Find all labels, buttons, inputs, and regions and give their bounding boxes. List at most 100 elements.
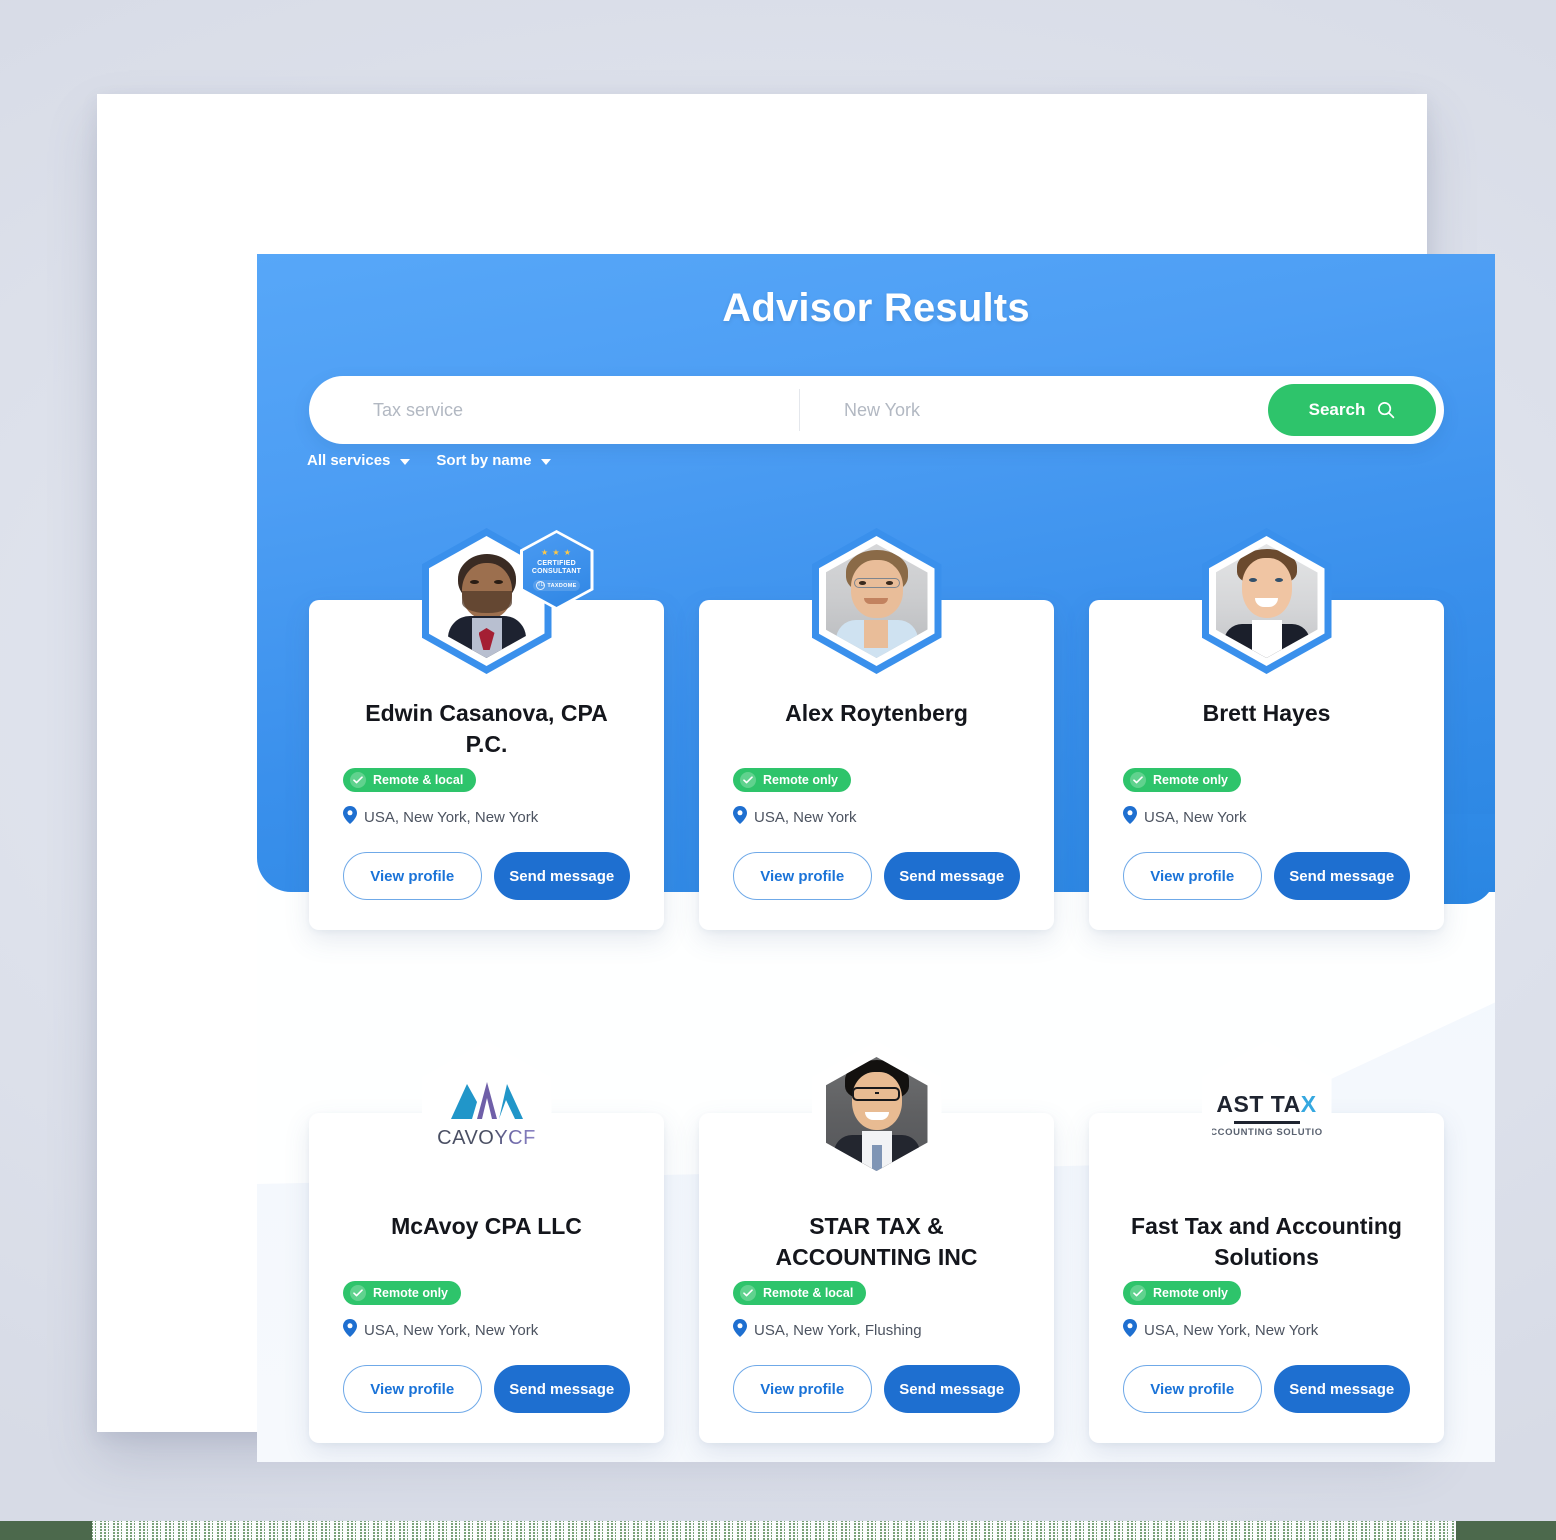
check-icon bbox=[1130, 1285, 1146, 1302]
advisor-card[interactable]: STAR TAX & ACCOUNTING INC Remote & local… bbox=[699, 1041, 1054, 1444]
view-profile-button[interactable]: View profile bbox=[1123, 852, 1262, 900]
avatar: CAVOYCF bbox=[421, 1041, 552, 1187]
search-button[interactable]: Search bbox=[1268, 384, 1436, 436]
certified-consultant-badge: ★ ★ ★ CERTIFIED CONSULTANT TD TAXDOME bbox=[519, 530, 594, 610]
check-icon bbox=[1130, 772, 1146, 788]
card-actions: View profile Send message bbox=[343, 1365, 630, 1413]
advisor-card[interactable]: Brett Hayes Remote only USA, New York Vi… bbox=[1089, 528, 1444, 931]
availability-badge: Remote & local bbox=[733, 1281, 867, 1306]
location-label: USA, New York, New York bbox=[1144, 1321, 1319, 1339]
advisor-card[interactable]: ★ ★ ★ CERTIFIED CONSULTANT TD TAXDOME Ed… bbox=[309, 528, 664, 931]
company-logo: AST TAX CCOUNTING SOLUTIO bbox=[1212, 1065, 1322, 1163]
map-pin-icon bbox=[733, 1319, 747, 1341]
availability-badge: Remote only bbox=[343, 1281, 462, 1305]
chevron-down-icon bbox=[541, 458, 552, 465]
mountain-peaks-icon bbox=[447, 1078, 527, 1125]
taxdome-wordmark: TAXDOME bbox=[547, 582, 577, 589]
map-pin-icon bbox=[733, 806, 747, 828]
avatar bbox=[811, 528, 942, 674]
fasttax-rule bbox=[1233, 1120, 1300, 1124]
availability-badge: Remote only bbox=[1123, 1281, 1242, 1306]
avatar bbox=[1201, 528, 1332, 674]
location-label: USA, New York bbox=[1144, 808, 1247, 826]
noise-band-left-block bbox=[0, 1521, 92, 1540]
filter-row: All services Sort by name bbox=[307, 452, 552, 469]
filter-all-services-label: All services bbox=[307, 452, 391, 469]
availability-badge: Remote only bbox=[1123, 768, 1242, 792]
check-icon bbox=[350, 1285, 366, 1301]
filter-sort-by-name-label: Sort by name bbox=[436, 452, 532, 469]
availability-label: Remote only bbox=[1153, 773, 1229, 787]
send-message-button[interactable]: Send message bbox=[493, 1365, 630, 1413]
page-title: Advisor Results bbox=[722, 286, 1030, 330]
send-message-button[interactable]: Send message bbox=[883, 1365, 1020, 1414]
availability-label: Remote only bbox=[763, 773, 839, 787]
check-icon bbox=[740, 772, 756, 788]
view-profile-button[interactable]: View profile bbox=[733, 852, 872, 900]
search-bar: Search bbox=[309, 376, 1444, 444]
search-service-input[interactable] bbox=[309, 376, 799, 444]
advisor-card[interactable]: CAVOYCF McAvoy CPA LLC Remote only USA, … bbox=[309, 1041, 664, 1444]
location: USA, New York, Flushing bbox=[733, 1319, 1020, 1341]
availability-badge: Remote & local bbox=[343, 768, 477, 793]
advisor-name: Edwin Casanova, CPA P.C. bbox=[365, 700, 608, 758]
location-label: USA, New York, New York bbox=[364, 808, 539, 826]
filter-sort-by-name[interactable]: Sort by name bbox=[436, 452, 552, 469]
view-profile-button[interactable]: View profile bbox=[733, 1365, 872, 1414]
availability-label: Remote & local bbox=[373, 773, 464, 788]
send-message-button[interactable]: Send message bbox=[1273, 1365, 1410, 1414]
taxdome-logo: TD TAXDOME bbox=[533, 580, 580, 592]
location-label: USA, New York, New York bbox=[364, 1321, 539, 1339]
view-profile-button[interactable]: View profile bbox=[343, 1365, 482, 1413]
map-pin-icon bbox=[343, 1319, 357, 1341]
advisor-name: STAR TAX & ACCOUNTING INC bbox=[775, 1213, 978, 1271]
availability-badge: Remote only bbox=[733, 768, 852, 792]
send-message-button[interactable]: Send message bbox=[883, 852, 1020, 900]
noise-band-right-block bbox=[1456, 1521, 1556, 1540]
filter-all-services[interactable]: All services bbox=[307, 452, 411, 469]
advisor-row-1: ★ ★ ★ CERTIFIED CONSULTANT TD TAXDOME Ed… bbox=[309, 528, 1444, 931]
advisor-name: McAvoy CPA LLC bbox=[391, 1213, 582, 1239]
company-logo: CAVOYCF bbox=[432, 1065, 542, 1163]
location: USA, New York bbox=[1123, 806, 1410, 828]
advisor-name: Alex Roytenberg bbox=[785, 700, 968, 726]
fasttax-wordmark: AST TAX bbox=[1216, 1091, 1316, 1118]
location: USA, New York bbox=[733, 806, 1020, 828]
badge-stars: ★ ★ ★ bbox=[541, 547, 572, 557]
view-profile-button[interactable]: View profile bbox=[343, 852, 482, 901]
avatar: AST TAX CCOUNTING SOLUTIO bbox=[1201, 1041, 1332, 1187]
view-profile-button[interactable]: View profile bbox=[1123, 1365, 1262, 1414]
location: USA, New York, New York bbox=[343, 806, 630, 828]
advisor-row-2: CAVOYCF McAvoy CPA LLC Remote only USA, … bbox=[309, 1041, 1444, 1444]
fasttax-wordmark-text: AST TA bbox=[1216, 1090, 1301, 1117]
fasttax-subtitle: CCOUNTING SOLUTIO bbox=[1211, 1126, 1322, 1138]
availability-label: Remote only bbox=[1153, 1286, 1229, 1301]
location-label: USA, New York bbox=[754, 808, 857, 826]
advisor-name: Brett Hayes bbox=[1202, 700, 1331, 726]
badge-line-1: CERTIFIED bbox=[537, 559, 576, 567]
advisor-card[interactable]: AST TAX CCOUNTING SOLUTIO Fast Tax and A… bbox=[1089, 1041, 1444, 1444]
send-message-button[interactable]: Send message bbox=[1273, 852, 1410, 900]
check-icon bbox=[350, 772, 366, 789]
card-actions: View profile Send message bbox=[343, 852, 630, 901]
avatar bbox=[811, 1041, 942, 1187]
advisor-card[interactable]: Alex Roytenberg Remote only USA, New Yor… bbox=[699, 528, 1054, 931]
card-actions: View profile Send message bbox=[733, 1365, 1020, 1414]
search-button-label: Search bbox=[1308, 400, 1366, 419]
map-pin-icon bbox=[343, 806, 357, 828]
search-location-input[interactable] bbox=[800, 376, 1268, 444]
availability-label: Remote only bbox=[373, 1286, 449, 1300]
location: USA, New York, New York bbox=[343, 1319, 630, 1341]
advisor-name: Fast Tax and Accounting Solutions bbox=[1131, 1213, 1402, 1271]
bottom-noise-band bbox=[0, 1521, 1556, 1540]
send-message-button[interactable]: Send message bbox=[493, 852, 630, 901]
card-actions: View profile Send message bbox=[733, 852, 1020, 900]
map-pin-icon bbox=[1123, 806, 1137, 828]
advisor-results-panel: Advisor Results Search All services bbox=[257, 254, 1495, 1462]
card-actions: View profile Send message bbox=[1123, 1365, 1410, 1414]
browser-frame: Advisor Results Search All services bbox=[97, 94, 1495, 1462]
location: USA, New York, New York bbox=[1123, 1319, 1410, 1341]
taxdome-mark: TD bbox=[536, 581, 546, 591]
check-icon bbox=[740, 1285, 756, 1302]
availability-label: Remote & local bbox=[763, 1286, 854, 1301]
